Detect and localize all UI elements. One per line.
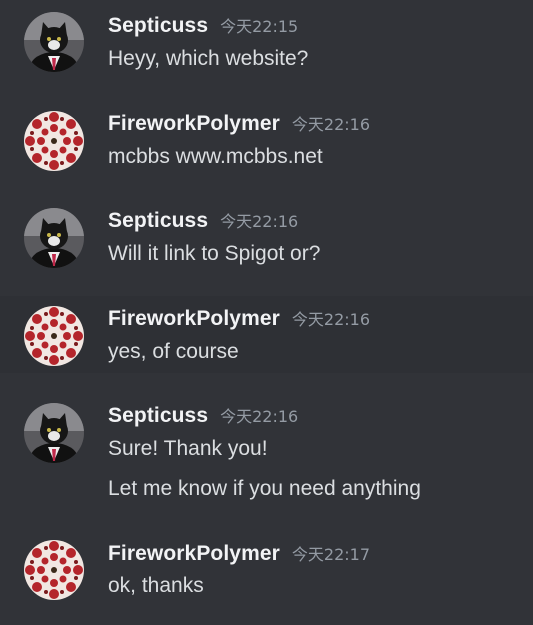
message-header: Septicuss 今天22:16 bbox=[108, 403, 298, 429]
username[interactable]: Septicuss bbox=[108, 404, 208, 428]
tuxedo-cat-avatar[interactable] bbox=[24, 208, 84, 268]
username[interactable]: Septicuss bbox=[108, 209, 208, 233]
username[interactable]: FireworkPolymer bbox=[108, 307, 280, 331]
red-pattern-avatar[interactable] bbox=[24, 306, 84, 366]
red-pattern-avatar[interactable] bbox=[24, 111, 84, 171]
username[interactable]: FireworkPolymer bbox=[108, 542, 280, 566]
red-pattern-avatar[interactable] bbox=[24, 540, 84, 600]
timestamp[interactable]: 今天22:16 bbox=[220, 208, 298, 232]
message-header: Septicuss 今天22:16 bbox=[108, 208, 298, 234]
message-group: FireworkPolymer 今天22:16 yes, of course bbox=[0, 296, 533, 373]
message-group: Septicuss 今天22:16 Will it link to Spigot… bbox=[0, 196, 533, 296]
message-text: yes, of course bbox=[108, 340, 239, 363]
timestamp[interactable]: 今天22:17 bbox=[292, 541, 370, 565]
message-group: FireworkPolymer 今天22:16 mcbbs www.mcbbs.… bbox=[0, 98, 533, 196]
message-text: mcbbs www.mcbbs.net bbox=[108, 145, 323, 168]
message-header: FireworkPolymer 今天22:16 bbox=[108, 111, 370, 137]
timestamp[interactable]: 今天22:16 bbox=[292, 306, 370, 330]
message-group: Septicuss 今天22:16 Sure! Thank you! Let m… bbox=[0, 391, 533, 516]
chat-message-list: Septicuss 今天22:15 Heyy, which website? F… bbox=[0, 0, 533, 625]
message-text: ok, thanks bbox=[108, 574, 204, 597]
message-header: FireworkPolymer 今天22:17 bbox=[108, 541, 370, 567]
username[interactable]: FireworkPolymer bbox=[108, 112, 280, 136]
timestamp[interactable]: 今天22:16 bbox=[292, 111, 370, 135]
message-header: Septicuss 今天22:15 bbox=[108, 13, 298, 39]
message-group: FireworkPolymer 今天22:17 ok, thanks bbox=[0, 526, 533, 625]
message-group: Septicuss 今天22:15 Heyy, which website? bbox=[0, 0, 533, 96]
timestamp[interactable]: 今天22:15 bbox=[220, 13, 298, 37]
message-text: Sure! Thank you! bbox=[108, 437, 268, 460]
tuxedo-cat-avatar[interactable] bbox=[24, 12, 84, 72]
message-header: FireworkPolymer 今天22:16 bbox=[108, 306, 370, 332]
message-text: Heyy, which website? bbox=[108, 47, 309, 70]
timestamp[interactable]: 今天22:16 bbox=[220, 403, 298, 427]
message-text: Let me know if you need anything bbox=[108, 477, 421, 500]
message-text: Will it link to Spigot or? bbox=[108, 242, 321, 265]
tuxedo-cat-avatar[interactable] bbox=[24, 403, 84, 463]
username[interactable]: Septicuss bbox=[108, 14, 208, 38]
